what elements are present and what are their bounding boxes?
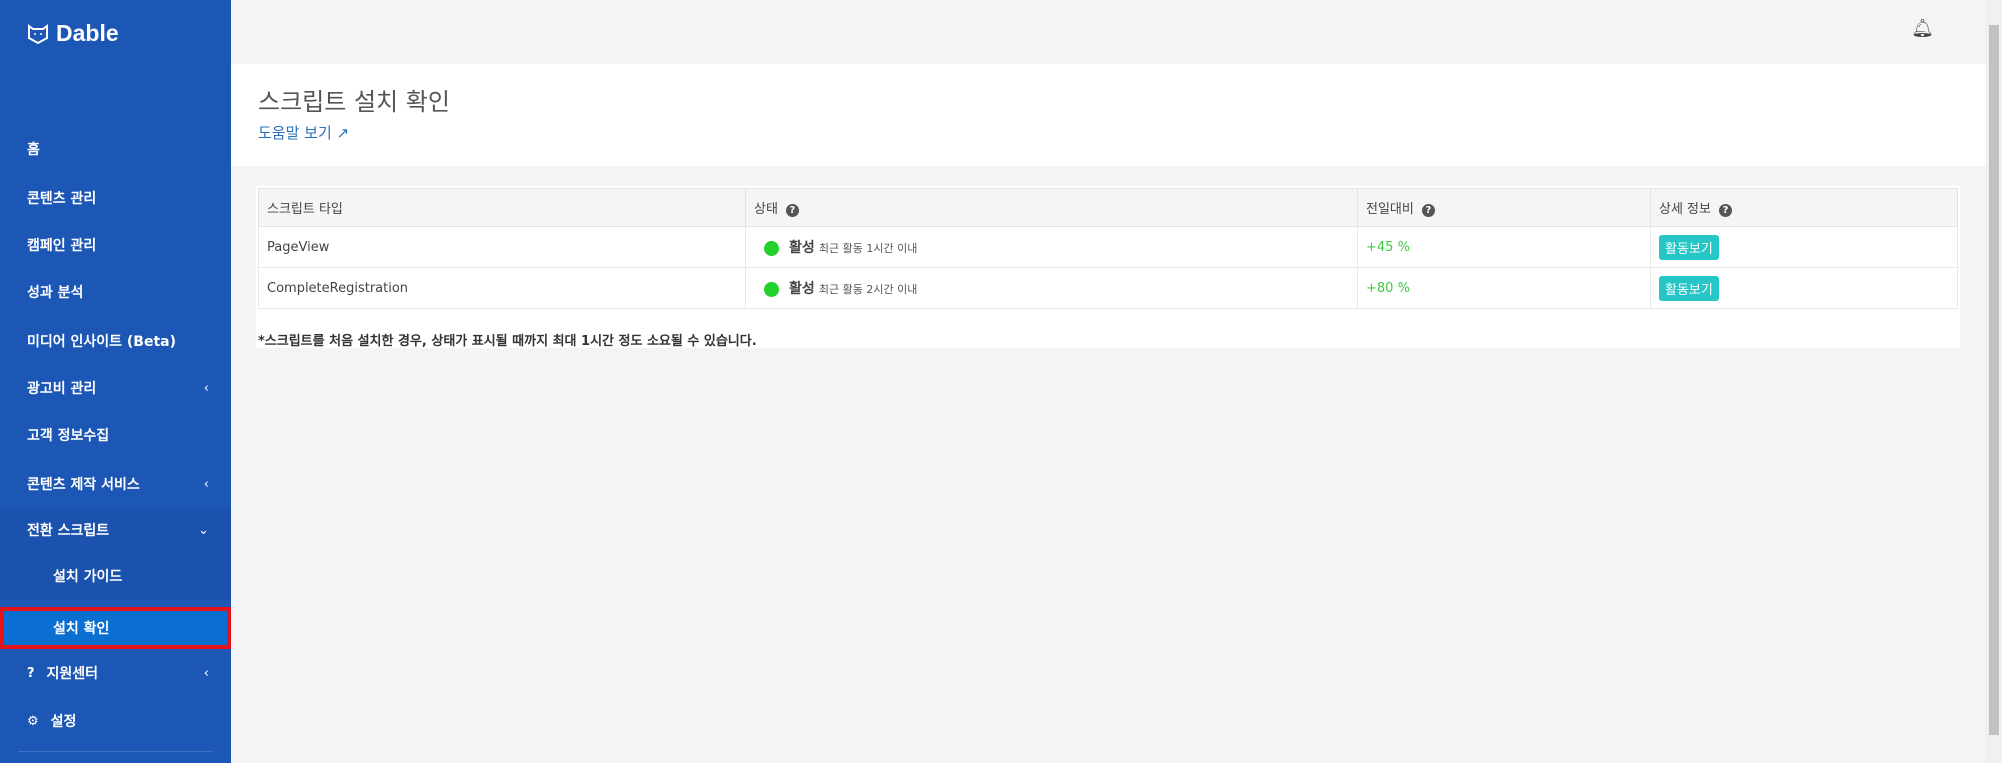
script-status-panel: 스크립트 타입 상태? 전일대비? 상세 정보? PageView 활성 최근 … (256, 186, 1960, 349)
page-title: 스크립트 설치 확인 (258, 88, 450, 116)
sidebar-item-install-check[interactable]: 설치 확인 (0, 607, 231, 649)
sidebar: Dable 홈 콘텐츠 관리 캠페인 관리 성과 분석 미디어 인사이트 (Be… (0, 0, 231, 763)
bell-icon[interactable]: 🔔︎ (1911, 18, 1934, 39)
chevron-left-icon: ‹ (203, 476, 209, 492)
change-value: +80 % (1357, 267, 1651, 309)
label: 홈 (27, 142, 40, 158)
sidebar-item-content-production[interactable]: 콘텐츠 제작 서비스 ‹ (0, 461, 231, 507)
sidebar-item-support[interactable]: ? 지원센터 ‹ (0, 650, 231, 696)
label: 지원센터 (46, 666, 99, 682)
page-header: 스크립트 설치 확인 도움말 보기 ↗ (231, 64, 1986, 166)
label: 설치 확인 (53, 621, 110, 637)
label: 캠페인 관리 (27, 238, 97, 254)
top-bar: 🔔︎ (231, 0, 1986, 64)
col-change: 전일대비? (1357, 188, 1651, 227)
sidebar-item-conversion-script[interactable]: 전환 스크립트 ⌄ (0, 507, 231, 553)
sidebar-item-content[interactable]: 콘텐츠 관리 (0, 175, 231, 221)
status-cell: 활성 최근 활동 2시간 이내 (745, 267, 1358, 309)
label: 전환 스크립트 (27, 523, 110, 539)
script-type: CompleteRegistration (258, 267, 746, 309)
label: 광고비 관리 (27, 381, 97, 397)
sidebar-item-home[interactable]: 홈 (0, 126, 231, 172)
brand-name: Dable (56, 20, 119, 46)
table-row: PageView 활성 최근 활동 1시간 이내 +45 % 활동보기 (258, 226, 1958, 268)
sidebar-item-campaign[interactable]: 캠페인 관리 (0, 222, 231, 268)
status-dot-icon (764, 241, 779, 256)
change-value: +45 % (1357, 226, 1651, 268)
divider (18, 751, 213, 752)
header-label: 상세 정보 (1659, 202, 1711, 217)
status-detail: 최근 활동 1시간 이내 (818, 242, 918, 255)
scrollbar[interactable] (1986, 0, 2002, 763)
chevron-left-icon: ‹ (203, 380, 209, 396)
status-label: 활성 (789, 240, 815, 256)
sidebar-item-analytics[interactable]: 성과 분석 (0, 269, 231, 315)
script-type: PageView (258, 226, 746, 268)
status-cell: 활성 최근 활동 1시간 이내 (745, 226, 1358, 268)
install-note: *스크립트를 처음 설치한 경우, 상태가 표시될 때까지 최대 1시간 정도 … (258, 334, 757, 349)
view-activity-button[interactable]: 활동보기 (1659, 234, 1719, 260)
label: 성과 분석 (27, 285, 84, 301)
dable-cat-icon (28, 23, 48, 44)
dable-logo[interactable]: Dable (26, 20, 119, 47)
header-label: 전일대비 (1366, 202, 1414, 217)
status-label: 활성 (789, 281, 815, 297)
label: 설정 (50, 714, 77, 730)
label: 콘텐츠 제작 서비스 (27, 477, 140, 493)
detail-cell: 활동보기 (1650, 226, 1958, 268)
col-detail: 상세 정보? (1650, 188, 1958, 227)
header-label: 스크립트 타입 (267, 202, 343, 217)
col-status: 상태? (745, 188, 1358, 227)
sidebar-item-media-insight[interactable]: 미디어 인사이트 (Beta) (0, 318, 231, 364)
sidebar-item-ad-budget[interactable]: 광고비 관리 ‹ (0, 365, 231, 411)
external-link-icon: ↗ (336, 124, 350, 142)
label: 고객 정보수집 (27, 428, 110, 444)
table-header-row: 스크립트 타입 상태? 전일대비? 상세 정보? (258, 188, 1958, 227)
help-icon[interactable]: ? (785, 204, 799, 217)
status-detail: 최근 활동 2시간 이내 (818, 283, 918, 296)
help-link[interactable]: 도움말 보기 ↗ (258, 122, 349, 143)
label: 설치 가이드 (53, 569, 123, 585)
help-icon[interactable]: ? (1421, 204, 1435, 217)
help-icon[interactable]: ? (1718, 204, 1732, 217)
chevron-left-icon: ‹ (203, 665, 209, 681)
sidebar-item-install-guide[interactable]: 설치 가이드 (0, 553, 231, 599)
label: 미디어 인사이트 (Beta) (27, 334, 177, 350)
sidebar-item-customer-info[interactable]: 고객 정보수집 (0, 412, 231, 458)
gear-icon: ⚙ (27, 713, 39, 729)
question-icon: ? (27, 665, 35, 681)
scrollbar-thumb[interactable] (1989, 25, 1999, 735)
help-link-label: 도움말 보기 (258, 124, 332, 142)
view-activity-button[interactable]: 활동보기 (1659, 275, 1719, 301)
header-label: 상태 (754, 202, 778, 217)
col-script-type: 스크립트 타입 (258, 188, 746, 227)
chevron-down-icon: ⌄ (198, 522, 209, 538)
sidebar-item-settings[interactable]: ⚙ 설정 (0, 698, 231, 744)
script-table: 스크립트 타입 상태? 전일대비? 상세 정보? PageView 활성 최근 … (258, 188, 1958, 309)
detail-cell: 활동보기 (1650, 267, 1958, 309)
status-dot-icon (764, 282, 779, 297)
table-row: CompleteRegistration 활성 최근 활동 2시간 이내 +80… (258, 267, 1958, 309)
label: 콘텐츠 관리 (27, 191, 97, 207)
